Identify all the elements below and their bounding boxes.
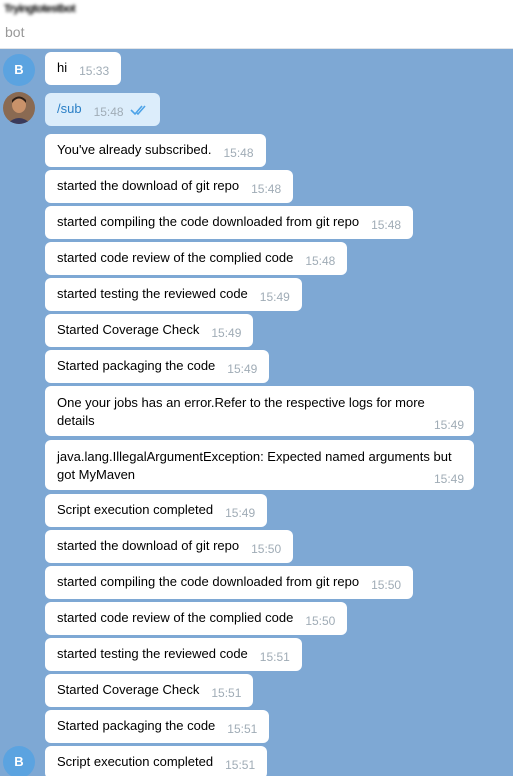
message-bubble[interactable]: started the download of git repo 15:50: [45, 530, 294, 563]
message-text: One your jobs has an error.Refer to the …: [57, 395, 425, 428]
message-bubble[interactable]: Started packaging the code 15:49: [45, 350, 270, 383]
message-text: started testing the reviewed code: [57, 646, 248, 661]
message-text: You've already subscribed.: [57, 142, 212, 157]
avatar-letter: B: [14, 754, 24, 769]
message-text: started code review of the complied code: [57, 250, 294, 265]
message-time: 15:48: [305, 254, 336, 268]
message-text: Started Coverage Check: [57, 682, 200, 697]
message-time: 15:48: [223, 146, 254, 160]
message-time: 15:33: [79, 64, 110, 78]
message-bubble[interactable]: started code review of the complied code…: [45, 602, 348, 635]
message-bubble[interactable]: started testing the reviewed code 15:49: [45, 278, 302, 311]
bot-avatar[interactable]: B: [3, 54, 35, 86]
message-bubble[interactable]: started the download of git repo 15:48: [45, 170, 294, 203]
message-bubble[interactable]: Started Coverage Check 15:51: [45, 674, 254, 707]
message-time: 15:51: [211, 686, 242, 700]
message-bubble[interactable]: started testing the reviewed code 15:51: [45, 638, 302, 671]
message-text: Script execution completed: [57, 754, 214, 769]
message-bubble[interactable]: started code review of the complied code…: [45, 242, 348, 275]
chat-status: bot: [5, 24, 25, 40]
message-bubble[interactable]: Started Coverage Check 15:49: [45, 314, 254, 347]
message-text: Started Coverage Check: [57, 322, 200, 337]
message-bubble[interactable]: hi 15:33: [45, 52, 122, 85]
message-time: 15:51: [227, 722, 258, 736]
message-bubble[interactable]: Script execution completed 15:51: [45, 746, 268, 776]
message-text: started code review of the complied code: [57, 610, 294, 625]
chat-name[interactable]: Tryingtotestbot: [4, 3, 76, 17]
message-bubble[interactable]: started compiling the code downloaded fr…: [45, 206, 414, 239]
message-bubble[interactable]: One your jobs has an error.Refer to the …: [45, 386, 474, 436]
outgoing-message-bubble[interactable]: /sub 15:48: [45, 93, 160, 126]
message-text: Started packaging the code: [57, 358, 216, 373]
message-time: 15:49: [433, 418, 464, 432]
message-bubble[interactable]: Started packaging the code 15:51: [45, 710, 270, 743]
chat-header: Tryingtotestbot bot: [0, 0, 513, 49]
message-time: 15:48: [93, 105, 124, 119]
message-time: 15:49: [259, 290, 290, 304]
message-time: 15:50: [251, 542, 282, 556]
scrollbar-track[interactable]: [513, 0, 518, 776]
user-avatar[interactable]: [3, 92, 35, 124]
message-text: started compiling the code downloaded fr…: [57, 574, 360, 589]
message-text: Started packaging the code: [57, 718, 216, 733]
message-list[interactable]: B hi 15:33 /sub 15:48 You've already subsc…: [0, 49, 513, 776]
message-time: 15:51: [225, 758, 256, 772]
message-bubble[interactable]: Script execution completed 15:49: [45, 494, 268, 527]
message-text: /sub: [57, 101, 82, 116]
message-time: 15:49: [211, 326, 242, 340]
bot-avatar[interactable]: B: [3, 746, 35, 776]
user-photo-icon: [3, 92, 35, 124]
message-text: java.lang.IllegalArgumentException: Expe…: [57, 449, 452, 482]
message-time: 15:49: [227, 362, 258, 376]
message-time: 15:48: [371, 218, 402, 232]
message-time: 15:51: [259, 650, 290, 664]
message-time: 15:48: [251, 182, 282, 196]
message-time: 15:49: [225, 506, 256, 520]
double-check-icon: [130, 104, 148, 119]
message-text: Script execution completed: [57, 502, 214, 517]
message-text: hi: [57, 60, 68, 75]
avatar-letter: B: [14, 62, 24, 77]
message-text: started the download of git repo: [57, 178, 240, 193]
message-bubble[interactable]: started compiling the code downloaded fr…: [45, 566, 414, 599]
message-bubble[interactable]: java.lang.IllegalArgumentException: Expe…: [45, 440, 474, 490]
message-text: started the download of git repo: [57, 538, 240, 553]
message-text: started compiling the code downloaded fr…: [57, 214, 360, 229]
message-time: 15:49: [433, 472, 464, 486]
message-time: 15:50: [305, 614, 336, 628]
message-bubble[interactable]: You've already subscribed. 15:48: [45, 134, 266, 167]
message-text: started testing the reviewed code: [57, 286, 248, 301]
message-time: 15:50: [371, 578, 402, 592]
